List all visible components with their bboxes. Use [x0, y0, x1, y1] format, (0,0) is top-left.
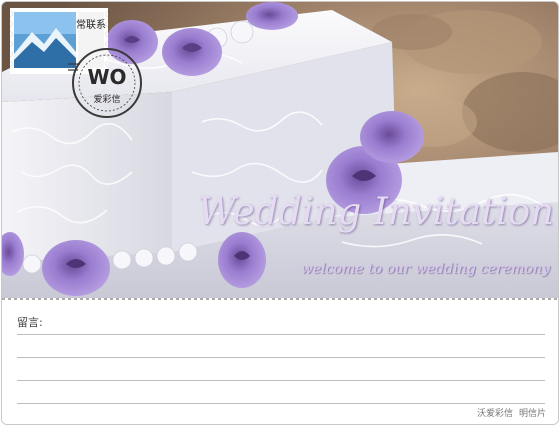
message-line[interactable]	[17, 380, 545, 381]
footer: 沃爱彩信 明信片	[477, 406, 546, 419]
postmark-logo: WO	[87, 65, 126, 89]
message-line[interactable]	[17, 334, 545, 335]
invitation-title: Wedding Invitation	[197, 190, 554, 233]
postcard: 常联系 WO 爱彩信 Wedding Invitation welcome to…	[1, 1, 559, 425]
footer-brand: 沃爱彩信	[476, 409, 513, 419]
message-label: 留言:	[17, 316, 43, 329]
message-line[interactable]	[17, 357, 545, 358]
stamp-text: 常联系	[76, 18, 106, 31]
postmark-text: 爱彩信	[93, 93, 120, 105]
footer-type: 明信片	[518, 409, 546, 419]
postmark-icon: WO 爱彩信	[68, 44, 146, 122]
message-area[interactable]: 留言: 沃爱彩信 明信片	[2, 300, 558, 424]
message-line[interactable]	[17, 403, 545, 404]
invitation-subtitle: welcome to our wedding ceremony	[301, 261, 550, 277]
